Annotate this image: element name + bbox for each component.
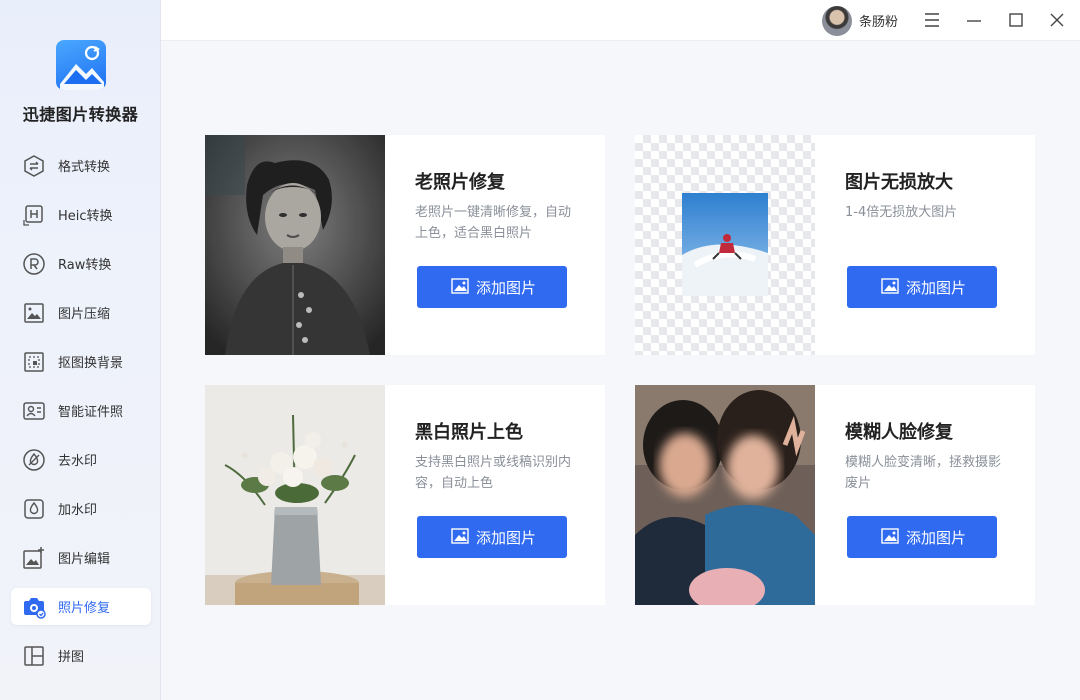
minimize-icon[interactable]	[965, 11, 983, 29]
blurry-faces-image	[635, 385, 815, 605]
card-title: 老照片修复	[415, 172, 505, 193]
heic-icon	[23, 205, 43, 226]
card-colorize-bw: 黑白照片上色 支持黑白照片或线稿识别内容，自动上色 添加图片	[205, 385, 605, 605]
card-old-photo-repair: 老照片修复 老照片一键清晰修复，自动上色，适合黑白照片 添加图片	[205, 135, 605, 355]
card-description: 老照片一键清晰修复，自动上色，适合黑白照片	[415, 205, 572, 241]
flower-vase-image	[205, 385, 385, 605]
card-description: 模糊人脸变清晰，拯救摄影废片	[845, 455, 1002, 491]
sidebar-item-image-edit[interactable]: 图片编辑	[11, 539, 151, 576]
add-image-button[interactable]: 添加图片	[847, 266, 997, 308]
old-photo-image	[205, 135, 385, 355]
sidebar-item-collage[interactable]: 拼图	[11, 637, 151, 674]
add-image-label: 添加图片	[476, 279, 537, 297]
sidebar-item-label: 照片修复	[58, 601, 111, 616]
sidebar-item-photo-repair[interactable]: 照片修复	[11, 588, 151, 625]
card-title: 图片无损放大	[845, 172, 953, 193]
card-lossless-upscale: 图片无损放大 1-4倍无损放大图片 添加图片	[635, 135, 1035, 355]
photo-repair-icon	[24, 598, 46, 619]
image-edit-icon	[23, 547, 44, 569]
remove-watermark-icon	[23, 449, 45, 471]
cutout-icon	[24, 352, 44, 372]
image-icon	[451, 278, 469, 294]
sidebar-item-cutout[interactable]: 抠图换背景	[11, 343, 151, 380]
add-image-label: 添加图片	[476, 529, 537, 547]
upscale-preview-image	[635, 135, 815, 355]
add-image-label: 添加图片	[906, 279, 967, 297]
sidebar-item-label: 智能证件照	[58, 405, 124, 420]
sidebar-item-label: Heic转换	[58, 209, 113, 224]
add-image-button[interactable]: 添加图片	[847, 516, 997, 558]
sidebar-item-label: Raw转换	[58, 258, 112, 273]
collage-icon	[24, 646, 44, 666]
close-icon[interactable]	[1048, 11, 1066, 29]
sidebar-item-label: 拼图	[58, 650, 85, 665]
sidebar-item-id-photo[interactable]: 智能证件照	[11, 392, 151, 429]
add-image-button[interactable]: 添加图片	[417, 516, 567, 558]
title-bar: 条肠粉	[161, 0, 1080, 41]
sidebar-item-add-watermark[interactable]: 加水印	[11, 490, 151, 527]
maximize-icon[interactable]	[1007, 11, 1025, 29]
image-icon	[881, 528, 899, 544]
app-logo-icon	[56, 40, 106, 90]
sidebar-item-label: 图片编辑	[58, 552, 111, 567]
sidebar-item-raw[interactable]: Raw转换	[11, 245, 151, 282]
image-compress-icon	[24, 303, 44, 323]
sidebar-item-label: 去水印	[58, 454, 98, 469]
sidebar-item-remove-watermark[interactable]: 去水印	[11, 441, 151, 478]
raw-icon	[23, 253, 45, 275]
card-blurry-face-repair: 模糊人脸修复 模糊人脸变清晰，拯救摄影废片 添加图片	[635, 385, 1035, 605]
sidebar-item-image-compress[interactable]: 图片压缩	[11, 294, 151, 331]
card-description: 支持黑白照片或线稿识别内容，自动上色	[415, 455, 572, 491]
sidebar-nav: 格式转换 Heic转换 Raw转换 图片压缩 抠图换背景 智能证件照 去水印 加…	[11, 147, 151, 686]
menu-icon[interactable]	[923, 11, 941, 29]
app-title: 迅捷图片转换器	[22, 105, 139, 124]
card-description: 1-4倍无损放大图片	[845, 205, 958, 220]
sidebar-item-label: 图片压缩	[58, 307, 111, 322]
add-image-label: 添加图片	[906, 529, 967, 547]
sidebar-item-label: 加水印	[58, 503, 98, 518]
username[interactable]: 条肠粉	[859, 11, 898, 30]
add-image-button[interactable]: 添加图片	[417, 266, 567, 308]
avatar[interactable]	[822, 6, 852, 36]
sidebar-item-label: 抠图换背景	[58, 356, 124, 371]
sidebar: 迅捷图片转换器 格式转换 Heic转换 Raw转换 图片压缩 抠图换背景 智能证…	[0, 0, 161, 700]
sidebar-item-label: 格式转换	[58, 160, 111, 175]
card-title: 黑白照片上色	[415, 422, 523, 443]
add-watermark-icon	[24, 499, 44, 519]
image-icon	[451, 528, 469, 544]
card-title: 模糊人脸修复	[845, 422, 953, 443]
format-convert-icon	[24, 155, 44, 177]
sidebar-item-format-convert[interactable]: 格式转换	[11, 147, 151, 184]
image-icon	[881, 278, 899, 294]
id-photo-icon	[23, 402, 45, 420]
sidebar-item-heic[interactable]: Heic转换	[11, 196, 151, 233]
